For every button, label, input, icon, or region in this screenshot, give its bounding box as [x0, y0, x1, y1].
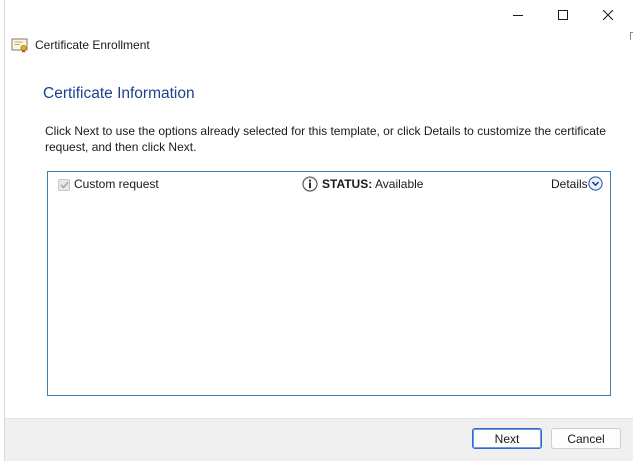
page-title: Certificate Information	[43, 85, 195, 102]
custom-request-checkbox[interactable]	[58, 179, 70, 191]
status-value: Available	[375, 177, 424, 191]
details-link[interactable]: Details	[551, 177, 588, 191]
maximize-button[interactable]	[540, 0, 585, 30]
status-label: STATUS:	[322, 177, 373, 191]
minimize-icon	[512, 15, 523, 16]
list-item: Custom request STATUS: Available Details	[48, 172, 610, 196]
cancel-button[interactable]: Cancel	[551, 428, 621, 449]
instructions-text: Click Next to use the options already se…	[45, 124, 606, 154]
custom-request-label: Custom request	[74, 177, 159, 191]
certificate-enrollment-window: Certificate Enrollment Certificate Infor…	[4, 0, 633, 461]
window-title-bar: Certificate Enrollment	[11, 36, 150, 54]
checkmark-icon	[59, 181, 69, 189]
info-icon	[302, 176, 318, 192]
dialog-footer: Next Cancel	[5, 418, 633, 461]
minimize-button[interactable]	[495, 0, 540, 30]
close-icon	[602, 10, 613, 20]
next-button[interactable]: Next	[472, 428, 542, 449]
window-title: Certificate Enrollment	[35, 38, 150, 52]
certificate-icon	[11, 38, 28, 53]
chevron-down-icon[interactable]	[588, 176, 603, 191]
certificate-request-list: Custom request STATUS: Available Details	[47, 171, 611, 396]
close-button[interactable]	[585, 0, 630, 30]
maximize-icon	[557, 10, 568, 20]
